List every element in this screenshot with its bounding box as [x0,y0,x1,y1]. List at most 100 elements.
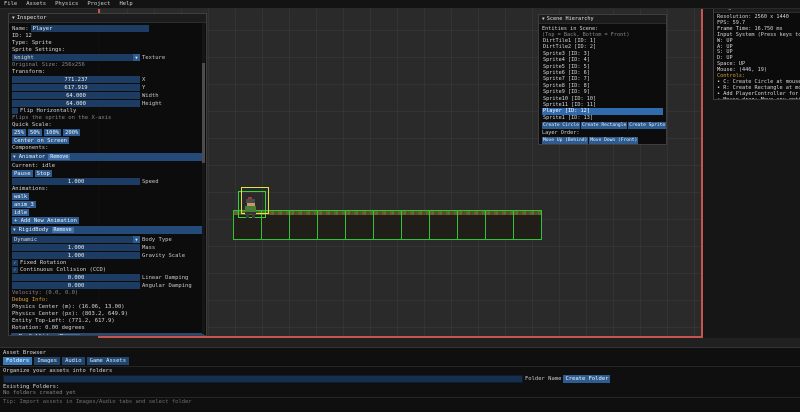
body-type-dropdown[interactable]: Dynamic ▼ [12,236,140,243]
body-type-label: Body Type [142,237,172,243]
dropdown-arrow-icon[interactable]: ▼ [133,236,140,243]
create-folder-button[interactable]: Create Folder [563,375,610,383]
animation-walk-button[interactable]: walk [12,193,29,200]
scale-50-button[interactable]: 50% [28,129,42,136]
mass-input[interactable]: 1.000 [12,244,140,251]
tab-audio[interactable]: Audio [62,357,85,365]
scene-hierarchy-panel: ▼ Scene Hierarchy Entities in Scene: (To… [538,14,667,145]
scale-200-button[interactable]: 200% [63,129,80,136]
create-rectangle-button[interactable]: Create Rectangle [581,122,627,129]
animation-anim3-button[interactable]: anim_3 [12,201,36,208]
debug-line: Physics Center (px): (803.2, 649.9) [12,311,203,317]
rigidbody-header[interactable]: ▼ RigidBody Remove [11,226,204,234]
gravity-scale-input[interactable]: 1.000 [12,252,140,259]
angular-damping-input[interactable]: 0.000 [12,282,140,289]
body-type-value: Dynamic [14,237,37,243]
menu-assets[interactable]: Assets [26,1,46,7]
move-down-button[interactable]: Move Down (Front) [589,137,638,144]
angular-damping-label: Angular Damping [142,283,192,289]
asset-browser-title: Asset Browser [3,350,797,356]
panel-title: Scene Hierarchy [547,16,594,22]
height-input[interactable]: 64.000 [12,100,140,107]
collapse-arrow-icon[interactable]: ▼ [542,17,545,22]
width-input[interactable]: 64.000 [12,92,140,99]
speed-label: Speed [142,179,159,185]
collapse-arrow-icon[interactable]: ▼ [13,228,16,233]
separator [0,397,800,398]
menu-physics[interactable]: Physics [55,1,78,7]
create-circle-button[interactable]: Create Circle [542,122,580,129]
animator-remove-button[interactable]: Remove [48,154,70,160]
dirt-tile[interactable] [457,210,486,240]
animator-header[interactable]: ▼ Animator Remove [11,153,204,161]
x-value: 771.237 [64,77,87,83]
dirt-tile[interactable] [485,210,514,240]
empty-folders-message: No folders created yet [3,390,797,396]
y-label: Y [142,85,145,91]
hierarchy-title-bar[interactable]: ▼ Scene Hierarchy [539,15,666,24]
dirt-tile[interactable] [401,210,430,240]
angular-damping-value: 0.000 [68,283,85,289]
x-label: X [142,77,145,83]
scale-100-button[interactable]: 100% [44,129,61,136]
scrollbar-thumb[interactable] [202,63,205,163]
boxcollider-remove-button[interactable]: Remove [58,334,80,336]
center-on-screen-button[interactable]: Center on Screen [12,137,69,144]
menu-bar: File Assets Physics Project Help [0,0,800,9]
rigidbody-remove-button[interactable]: Remove [52,227,74,233]
boxcollider-title: BoxCollider [19,334,55,336]
asset-browser-panel: Asset Browser Folders Images Audio Game … [0,347,800,412]
stop-button[interactable]: Stop [35,170,52,177]
boxcollider-header[interactable]: ▼ BoxCollider Remove [11,333,204,336]
ccd-checkbox[interactable]: ✓ [12,267,18,273]
dropdown-arrow-icon[interactable]: ▼ [133,54,140,61]
animation-idle-button[interactable]: idle [12,209,29,216]
layer-order-label: Layer Order: [542,130,663,136]
entity-type: Type: Sprite [12,40,203,46]
inspector-scrollbar[interactable] [202,23,205,334]
linear-damping-input[interactable]: 0.000 [12,274,140,281]
dirt-tile[interactable] [429,210,458,240]
width-label: Width [142,93,159,99]
dirt-tile[interactable] [345,210,374,240]
flip-label: Flip Horizontally [20,108,76,114]
menu-project[interactable]: Project [87,1,110,7]
inspector-panel: ▼ Inspector Name: Player ID: 12 Type: Sp… [8,13,207,336]
collapse-arrow-icon[interactable]: ▼ [13,155,16,160]
dirt-tile[interactable] [317,210,346,240]
y-input[interactable]: 617.919 [12,84,140,91]
name-label: Name: [12,26,29,32]
tab-folders[interactable]: Folders [3,357,32,365]
collapse-arrow-icon[interactable]: ▼ [12,16,15,21]
speed-input[interactable]: 1.000 [12,178,140,185]
menu-help[interactable]: Help [120,1,133,7]
rigidbody-title: RigidBody [19,227,49,233]
dirt-tile[interactable] [373,210,402,240]
fixed-rotation-checkbox[interactable]: ✓ [12,260,18,266]
scale-25-button[interactable]: 25% [12,129,26,136]
x-input[interactable]: 771.237 [12,76,140,83]
collapse-arrow-icon[interactable]: ▼ [13,335,16,337]
menu-file[interactable]: File [4,1,17,7]
tab-game-assets[interactable]: Game Assets [87,357,129,365]
flip-horizontally-checkbox[interactable] [12,108,18,114]
debug-line: Rotation: 0.00 degrees [12,325,203,331]
inspector-title-bar[interactable]: ▼ Inspector [9,14,206,23]
move-up-button[interactable]: Move Up (Behind) [542,137,588,144]
dirt-tile[interactable] [289,210,318,240]
player-knight-sprite[interactable] [243,197,259,218]
dirt-tile[interactable] [513,210,542,240]
texture-label: Texture [142,55,165,61]
pause-button[interactable]: Pause [12,170,33,177]
height-value: 64.000 [66,101,86,107]
tab-images[interactable]: Images [34,357,60,365]
texture-dropdown[interactable]: knight ▼ [12,54,140,61]
add-animation-button[interactable]: + Add New Animation [12,217,79,224]
flip-hint: Flips the sprite on the X-axis [12,115,203,121]
control-hint: • Mouse drag: Move any entity [717,98,800,100]
create-sprite-button[interactable]: Create Sprite [628,122,666,129]
width-value: 64.000 [66,93,86,99]
entity-item[interactable]: Sprite1 [ID: 13] [542,115,663,121]
entity-name-input[interactable]: Player [31,25,149,32]
folder-name-input[interactable] [3,375,523,383]
